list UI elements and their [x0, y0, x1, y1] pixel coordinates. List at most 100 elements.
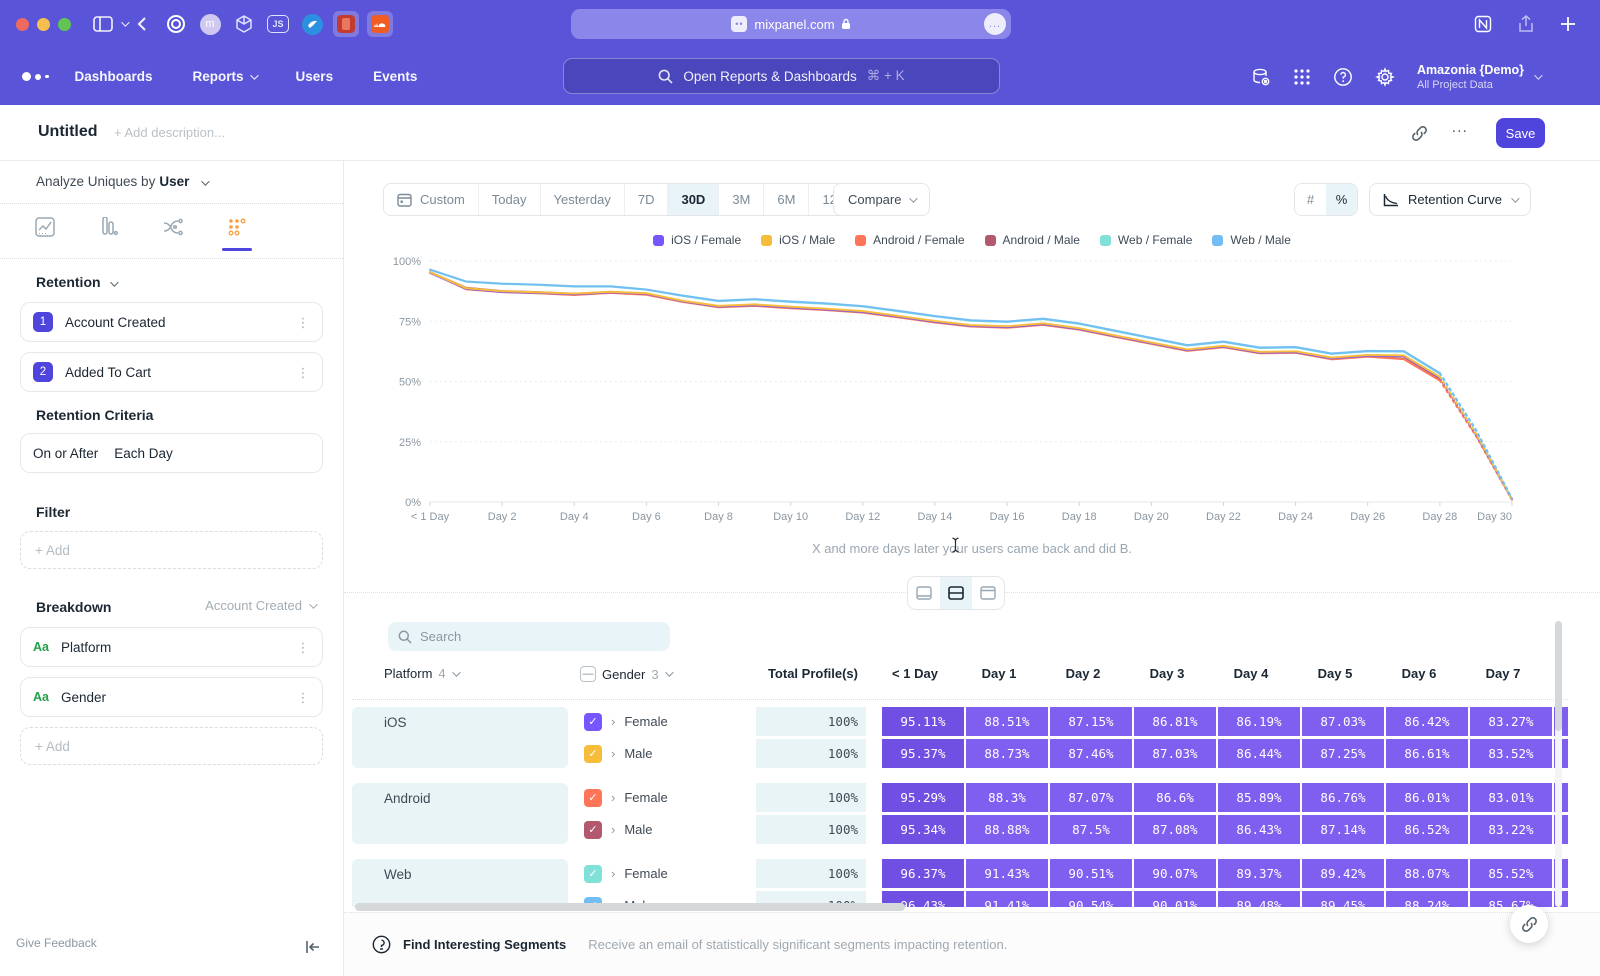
retention-value-cell[interactable]: 95.37% [882, 739, 964, 768]
retention-step-2[interactable]: 2 Added To Cart ⋮ [20, 352, 323, 392]
day-column-header[interactable]: Day 6 [1378, 666, 1460, 681]
legend-item[interactable]: iOS / Female [653, 233, 741, 247]
retention-value-cell[interactable]: 90.01% [1134, 891, 1216, 907]
layout-table-only-icon[interactable] [972, 577, 1004, 609]
save-button[interactable]: Save [1496, 118, 1545, 148]
gender-cell[interactable]: ✓›Male [584, 739, 748, 768]
kebab-menu-icon[interactable]: ⋮ [296, 695, 310, 700]
retention-value-cell[interactable]: 87.03% [1302, 707, 1384, 736]
nav-item-reports[interactable]: Reports [193, 69, 256, 84]
retention-value-cell[interactable]: 83.27% [1470, 707, 1552, 736]
account-switcher[interactable]: Amazonia {Demo} All Project Data [1417, 63, 1540, 91]
retention-value-cell[interactable]: 89.42% [1302, 859, 1384, 888]
kebab-menu-icon[interactable]: ⋮ [296, 645, 310, 650]
copy-link-icon[interactable] [1411, 125, 1428, 142]
apps-grid-icon[interactable] [1293, 68, 1311, 86]
breakdown-property-name[interactable]: Platform [61, 640, 296, 655]
add-breakdown-button[interactable]: + Add [20, 727, 323, 765]
expand-chevron-icon[interactable]: › [611, 822, 615, 837]
date-range-today[interactable]: Today [479, 184, 541, 215]
total-profiles-header[interactable]: Total Profile(s) [748, 666, 858, 681]
retention-value-cell[interactable]: 85.52% [1470, 859, 1552, 888]
retention-value-cell[interactable]: 91.43% [966, 859, 1048, 888]
legend-item[interactable]: Web / Male [1212, 233, 1290, 247]
legend-item[interactable]: Android / Male [985, 233, 1080, 247]
retention-value-cell[interactable]: 88.24% [1386, 891, 1468, 907]
expand-chevron-icon[interactable]: › [611, 790, 615, 805]
day-column-header[interactable]: Day 7 [1462, 666, 1544, 681]
series-checkbox[interactable]: ✓ [584, 821, 602, 839]
gender-cell[interactable]: ✓›Female [584, 859, 748, 888]
date-range-custom[interactable]: Custom [384, 184, 479, 215]
kebab-menu-icon[interactable]: ⋮ [296, 320, 310, 325]
report-title[interactable]: Untitled [38, 123, 98, 141]
gender-cell[interactable]: ✓›Female [584, 707, 748, 736]
platform-cell[interactable]: Web [352, 859, 568, 907]
breakdown-scope-dropdown[interactable]: Account Created [205, 598, 315, 613]
day-column-header[interactable]: Day 4 [1210, 666, 1292, 681]
retention-value-cell[interactable]: 88.73% [966, 739, 1048, 768]
retention-value-cell[interactable]: 88.3% [966, 783, 1048, 812]
address-bar[interactable]: •• mixpanel.com ... [571, 9, 1011, 39]
retention-value-cell[interactable]: 91.41% [966, 891, 1048, 907]
retention-value-cell[interactable]: 86.61% [1386, 739, 1468, 768]
step-event-name[interactable]: Added To Cart [65, 365, 296, 380]
retention-value-cell[interactable]: 89.37% [1218, 859, 1300, 888]
layout-chart-only-icon[interactable] [908, 577, 940, 609]
nav-item-dashboards[interactable]: Dashboards [75, 69, 153, 84]
help-icon[interactable] [1333, 67, 1353, 87]
add-description-placeholder[interactable]: + Add description... [114, 125, 225, 140]
retention-value-cell[interactable]: 87.46% [1050, 739, 1132, 768]
day-column-header[interactable]: Day 3 [1126, 666, 1208, 681]
date-range-6m[interactable]: 6M [764, 184, 809, 215]
retention-value-cell[interactable]: 87.15% [1050, 707, 1132, 736]
date-range-7d[interactable]: 7D [625, 184, 669, 215]
layout-split-icon[interactable] [940, 577, 972, 609]
tab-flows[interactable] [152, 210, 194, 244]
analyze-value[interactable]: User [159, 174, 189, 189]
traffic-light-maximize[interactable] [58, 18, 71, 31]
extension-rings-icon[interactable] [163, 11, 189, 37]
site-options-icon[interactable]: ... [984, 13, 1006, 35]
retention-value-cell[interactable]: 83.01% [1470, 783, 1552, 812]
retention-value-cell[interactable]: 83.52% [1470, 739, 1552, 768]
extension-avatar-icon[interactable]: m [197, 11, 223, 37]
expand-chevron-icon[interactable]: › [611, 866, 615, 881]
expand-chevron-icon[interactable]: › [611, 714, 615, 729]
retention-value-cell[interactable]: 86.43% [1218, 815, 1300, 844]
gender-column-header[interactable]: — Gender 3 [580, 666, 671, 682]
retention-value-cell[interactable]: 88.88% [966, 815, 1048, 844]
platform-cell[interactable]: Android [352, 783, 568, 844]
format-count[interactable]: # [1295, 184, 1326, 215]
compare-button[interactable]: Compare [833, 183, 930, 216]
day-column-header[interactable]: Day 2 [1042, 666, 1124, 681]
tab-funnels[interactable] [88, 210, 130, 244]
retention-value-cell[interactable]: 90.51% [1050, 859, 1132, 888]
sidebar-toggle-icon[interactable] [93, 16, 113, 32]
analyze-uniques-row[interactable]: Analyze Uniques byUser [36, 174, 207, 189]
retention-value-cell[interactable]: 90.54% [1050, 891, 1132, 907]
retention-value-cell[interactable]: 86.52% [1386, 815, 1468, 844]
day-column-header[interactable]: Day 5 [1294, 666, 1376, 681]
retention-value-cell[interactable]: 86.44% [1218, 739, 1300, 768]
table-search-input[interactable]: Search [388, 622, 670, 651]
retention-criteria-card[interactable]: On or After Each Day [20, 433, 323, 473]
traffic-light-minimize[interactable] [37, 18, 50, 31]
legend-item[interactable]: Android / Female [855, 233, 964, 247]
retention-value-cell[interactable]: 95.29% [882, 783, 964, 812]
global-search[interactable]: Open Reports & Dashboards ⌘ + K [563, 58, 1000, 94]
criteria-operator[interactable]: On or After [33, 446, 98, 461]
breakdown-platform[interactable]: Aa Platform ⋮ [20, 627, 323, 667]
notion-icon[interactable] [1474, 15, 1492, 33]
retention-line-chart[interactable]: 100%75%50%25%0%< 1 DayDay 2Day 4Day 6Day… [384, 255, 1524, 531]
settings-gear-icon[interactable] [1375, 67, 1395, 87]
retention-value-cell[interactable]: 88.51% [966, 707, 1048, 736]
retention-value-cell[interactable]: 95.11% [882, 707, 964, 736]
retention-value-cell[interactable]: 87.03% [1134, 739, 1216, 768]
mixpanel-logo[interactable] [22, 72, 49, 81]
extension-js-icon[interactable]: JS [265, 11, 291, 37]
legend-item[interactable]: Web / Female [1100, 233, 1192, 247]
traffic-light-close[interactable] [16, 18, 29, 31]
retention-section-label[interactable]: Retention [36, 274, 116, 290]
select-all-checkbox[interactable]: — [580, 666, 596, 682]
